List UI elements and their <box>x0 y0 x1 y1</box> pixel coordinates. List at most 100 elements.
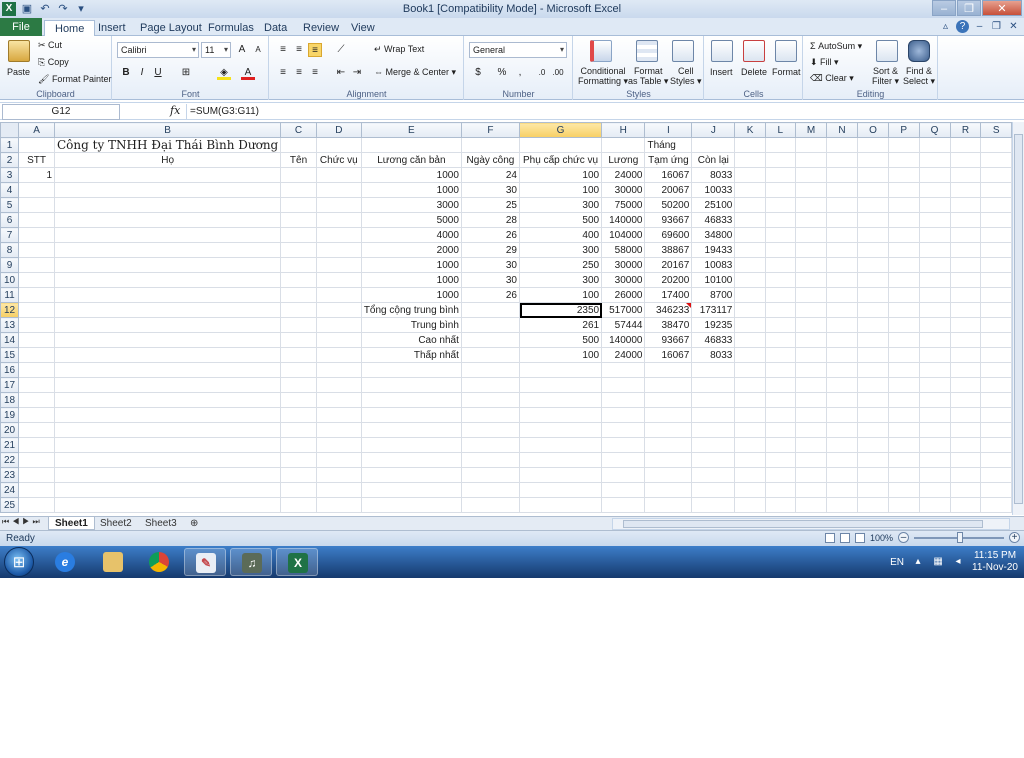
cell-h11[interactable]: 26000 <box>601 287 646 303</box>
cell-j14[interactable]: 46833 <box>691 332 736 348</box>
cell-f22[interactable] <box>460 452 521 468</box>
cell-s15[interactable] <box>980 347 1012 363</box>
cell-e24[interactable] <box>360 482 462 498</box>
cell-c21[interactable] <box>280 437 317 453</box>
cell-g3[interactable]: 100 <box>518 167 603 183</box>
cell-a20[interactable] <box>18 422 55 438</box>
cell-r23[interactable] <box>949 467 982 483</box>
cell-n9[interactable] <box>826 257 858 273</box>
cell-g11[interactable]: 100 <box>518 287 603 303</box>
cell-a15[interactable] <box>18 347 55 363</box>
cell-l15[interactable] <box>764 347 796 363</box>
doc-minimize-icon[interactable]: – <box>973 20 986 33</box>
cell-e15[interactable]: Thấp nhất <box>360 347 462 363</box>
cell-j17[interactable] <box>691 377 736 393</box>
cell-g7[interactable]: 400 <box>518 227 603 243</box>
cell-r21[interactable] <box>949 437 982 453</box>
cell-a12[interactable] <box>18 302 55 318</box>
cell-r22[interactable] <box>949 452 982 468</box>
cell-r18[interactable] <box>949 392 982 408</box>
cell-j22[interactable] <box>691 452 736 468</box>
row-header[interactable]: 19 <box>0 407 20 423</box>
cell-p8[interactable] <box>887 242 920 258</box>
cell-b10[interactable] <box>53 272 282 288</box>
cell-k2[interactable] <box>734 152 766 168</box>
cell-c6[interactable] <box>280 212 317 228</box>
cell-d2[interactable]: Chức vụ <box>315 152 362 168</box>
cell-f18[interactable] <box>460 392 521 408</box>
cell-m7[interactable] <box>794 227 828 243</box>
cell-m24[interactable] <box>794 482 828 498</box>
cell-e5[interactable]: 3000 <box>360 197 462 213</box>
cell-i12[interactable]: 346233 <box>644 302 693 318</box>
cell-d8[interactable] <box>315 242 362 258</box>
format-painter-button[interactable]: 🖌 Format Painter <box>38 74 111 85</box>
cell-r19[interactable] <box>949 407 982 423</box>
cell-f8[interactable]: 29 <box>460 242 521 258</box>
cell-d21[interactable] <box>315 437 362 453</box>
cell-m15[interactable] <box>794 347 828 363</box>
cell-o14[interactable] <box>856 332 889 348</box>
cell-k17[interactable] <box>734 377 766 393</box>
formula-input[interactable]: =SUM(G3:G11) <box>186 104 1012 120</box>
cell-b22[interactable] <box>53 452 282 468</box>
cell-m8[interactable] <box>794 242 828 258</box>
cell-j12[interactable]: 173117 <box>691 302 736 318</box>
cell-h10[interactable]: 30000 <box>601 272 646 288</box>
cell-d13[interactable] <box>315 317 362 333</box>
cell-s13[interactable] <box>980 317 1012 333</box>
cell-r1[interactable] <box>949 137 982 153</box>
page-break-view-icon[interactable] <box>854 532 865 543</box>
restore-icon[interactable]: ❐ <box>957 0 981 16</box>
tab-page-layout[interactable]: Page Layout <box>140 20 202 36</box>
volume-icon[interactable]: ◂ <box>952 557 964 567</box>
cell-i10[interactable]: 20200 <box>644 272 693 288</box>
cell-f7[interactable]: 26 <box>460 227 521 243</box>
cell-s16[interactable] <box>980 362 1012 378</box>
cell-p16[interactable] <box>887 362 920 378</box>
zoom-slider[interactable] <box>914 531 1004 543</box>
cell-styles-icon[interactable] <box>672 40 694 62</box>
sheet-tab-2[interactable]: Sheet2 <box>94 517 138 530</box>
cell-s20[interactable] <box>980 422 1012 438</box>
cell-s18[interactable] <box>980 392 1012 408</box>
cell-l2[interactable] <box>764 152 796 168</box>
cell-m10[interactable] <box>794 272 828 288</box>
cell-o17[interactable] <box>856 377 889 393</box>
row-header[interactable]: 23 <box>0 467 20 483</box>
cell-f25[interactable] <box>460 497 521 513</box>
cell-a22[interactable] <box>18 452 55 468</box>
cell-h7[interactable]: 104000 <box>601 227 646 243</box>
cell-k5[interactable] <box>734 197 766 213</box>
cell-g19[interactable] <box>518 407 603 423</box>
cell-q9[interactable] <box>918 257 951 273</box>
language-indicator[interactable]: EN <box>890 557 904 568</box>
cell-h23[interactable] <box>601 467 646 483</box>
cell-g21[interactable] <box>518 437 603 453</box>
cell-q22[interactable] <box>918 452 951 468</box>
cell-j18[interactable] <box>691 392 736 408</box>
cell-r17[interactable] <box>949 377 982 393</box>
cell-s22[interactable] <box>980 452 1012 468</box>
cell-p10[interactable] <box>887 272 920 288</box>
currency-button[interactable]: $ <box>471 66 485 80</box>
cell-s19[interactable] <box>980 407 1012 423</box>
comma-button[interactable]: , <box>513 66 527 80</box>
cell-h21[interactable] <box>601 437 646 453</box>
cell-m25[interactable] <box>794 497 828 513</box>
cell-d5[interactable] <box>315 197 362 213</box>
cell-f17[interactable] <box>460 377 521 393</box>
cell-r16[interactable] <box>949 362 982 378</box>
cell-i18[interactable] <box>644 392 693 408</box>
cell-p18[interactable] <box>887 392 920 408</box>
cell-a16[interactable] <box>18 362 55 378</box>
align-top-icon[interactable]: ≡ <box>276 43 290 57</box>
cell-f5[interactable]: 25 <box>460 197 521 213</box>
zoom-in-icon[interactable]: + <box>1009 532 1020 543</box>
cell-j10[interactable]: 10100 <box>691 272 736 288</box>
cell-g8[interactable]: 300 <box>518 242 603 258</box>
cell-j5[interactable]: 25100 <box>691 197 736 213</box>
cell-d14[interactable] <box>315 332 362 348</box>
grow-font-icon[interactable]: A <box>235 43 249 57</box>
row-header[interactable]: 15 <box>0 347 20 363</box>
